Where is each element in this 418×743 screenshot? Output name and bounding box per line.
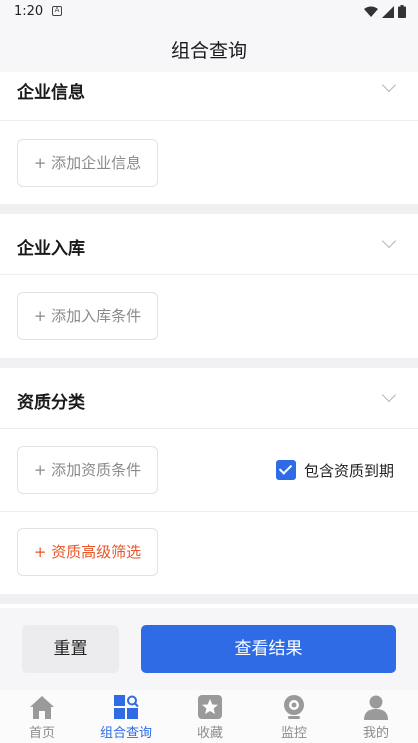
add-storage-condition-button[interactable]: + 添加入库条件 xyxy=(17,292,158,340)
section-header-enterprise-storage[interactable]: 企业入库 xyxy=(0,214,418,275)
reset-button[interactable]: 重置 xyxy=(22,625,119,673)
row-divider xyxy=(0,511,418,512)
tab-combined-query[interactable]: 组合查询 xyxy=(84,690,168,743)
tab-label: 监控 xyxy=(280,726,307,741)
include-expired-label[interactable]: 包含资质到期 xyxy=(304,460,394,481)
home-icon xyxy=(30,696,54,719)
section-title: 企业入库 xyxy=(17,239,85,259)
tab-label: 组合查询 xyxy=(99,726,152,741)
signal-icon xyxy=(382,5,394,18)
status-bar: 1:20 A xyxy=(0,0,418,24)
tab-home[interactable]: 首页 xyxy=(0,690,84,743)
add-qualification-condition-button[interactable]: + 添加资质条件 xyxy=(17,446,158,494)
tab-favorites[interactable]: 收藏 xyxy=(168,690,252,743)
battery-icon xyxy=(398,5,406,18)
section-gap xyxy=(0,204,418,214)
tab-label: 首页 xyxy=(28,726,55,741)
section-title: 企业信息 xyxy=(17,83,85,103)
grid-search-icon xyxy=(114,695,139,719)
wifi-icon xyxy=(364,6,378,17)
section-gap xyxy=(0,594,418,604)
tab-bar: 首页 组合查询 收藏 监控 我的 xyxy=(0,690,418,743)
view-results-button[interactable]: 查看结果 xyxy=(141,625,396,673)
section-gap xyxy=(0,358,418,368)
status-icons xyxy=(364,5,406,18)
section-qualification: 资质分类 + 添加资质条件 包含资质到期 + 资质高级筛选 xyxy=(0,368,418,594)
section-header-qualification[interactable]: 资质分类 xyxy=(0,368,418,429)
tab-monitor[interactable]: 监控 xyxy=(252,690,336,743)
section-title: 资质分类 xyxy=(17,393,85,413)
tab-label: 收藏 xyxy=(196,726,223,741)
chevron-down-icon[interactable] xyxy=(381,77,397,93)
action-bar: 重置 查看结果 xyxy=(0,608,418,690)
nav-bar: 组合查询 xyxy=(0,24,418,72)
query-content[interactable]: 企业信息 + 添加企业信息 企业入库 + 添加入库条件 资质分类 + 添加资质条… xyxy=(0,72,418,608)
tab-mine[interactable]: 我的 xyxy=(334,690,418,743)
star-icon xyxy=(198,695,222,719)
status-time: 1:20 xyxy=(14,4,44,19)
include-expired-checkbox[interactable] xyxy=(276,460,296,480)
add-company-info-button[interactable]: + 添加企业信息 xyxy=(17,139,158,187)
section-enterprise-storage: 企业入库 + 添加入库条件 xyxy=(0,214,418,358)
camera-icon xyxy=(284,695,304,719)
chevron-down-icon[interactable] xyxy=(381,233,397,249)
advanced-filter-button[interactable]: + 资质高级筛选 xyxy=(17,528,158,576)
page-title: 组合查询 xyxy=(170,40,247,62)
notification-a-icon: A xyxy=(52,6,62,16)
person-icon xyxy=(364,695,388,720)
chevron-down-icon[interactable] xyxy=(381,387,397,403)
section-header-company-info[interactable]: 企业信息 xyxy=(0,72,418,121)
section-company-info: 企业信息 + 添加企业信息 xyxy=(0,72,418,204)
tab-label: 我的 xyxy=(362,726,389,741)
